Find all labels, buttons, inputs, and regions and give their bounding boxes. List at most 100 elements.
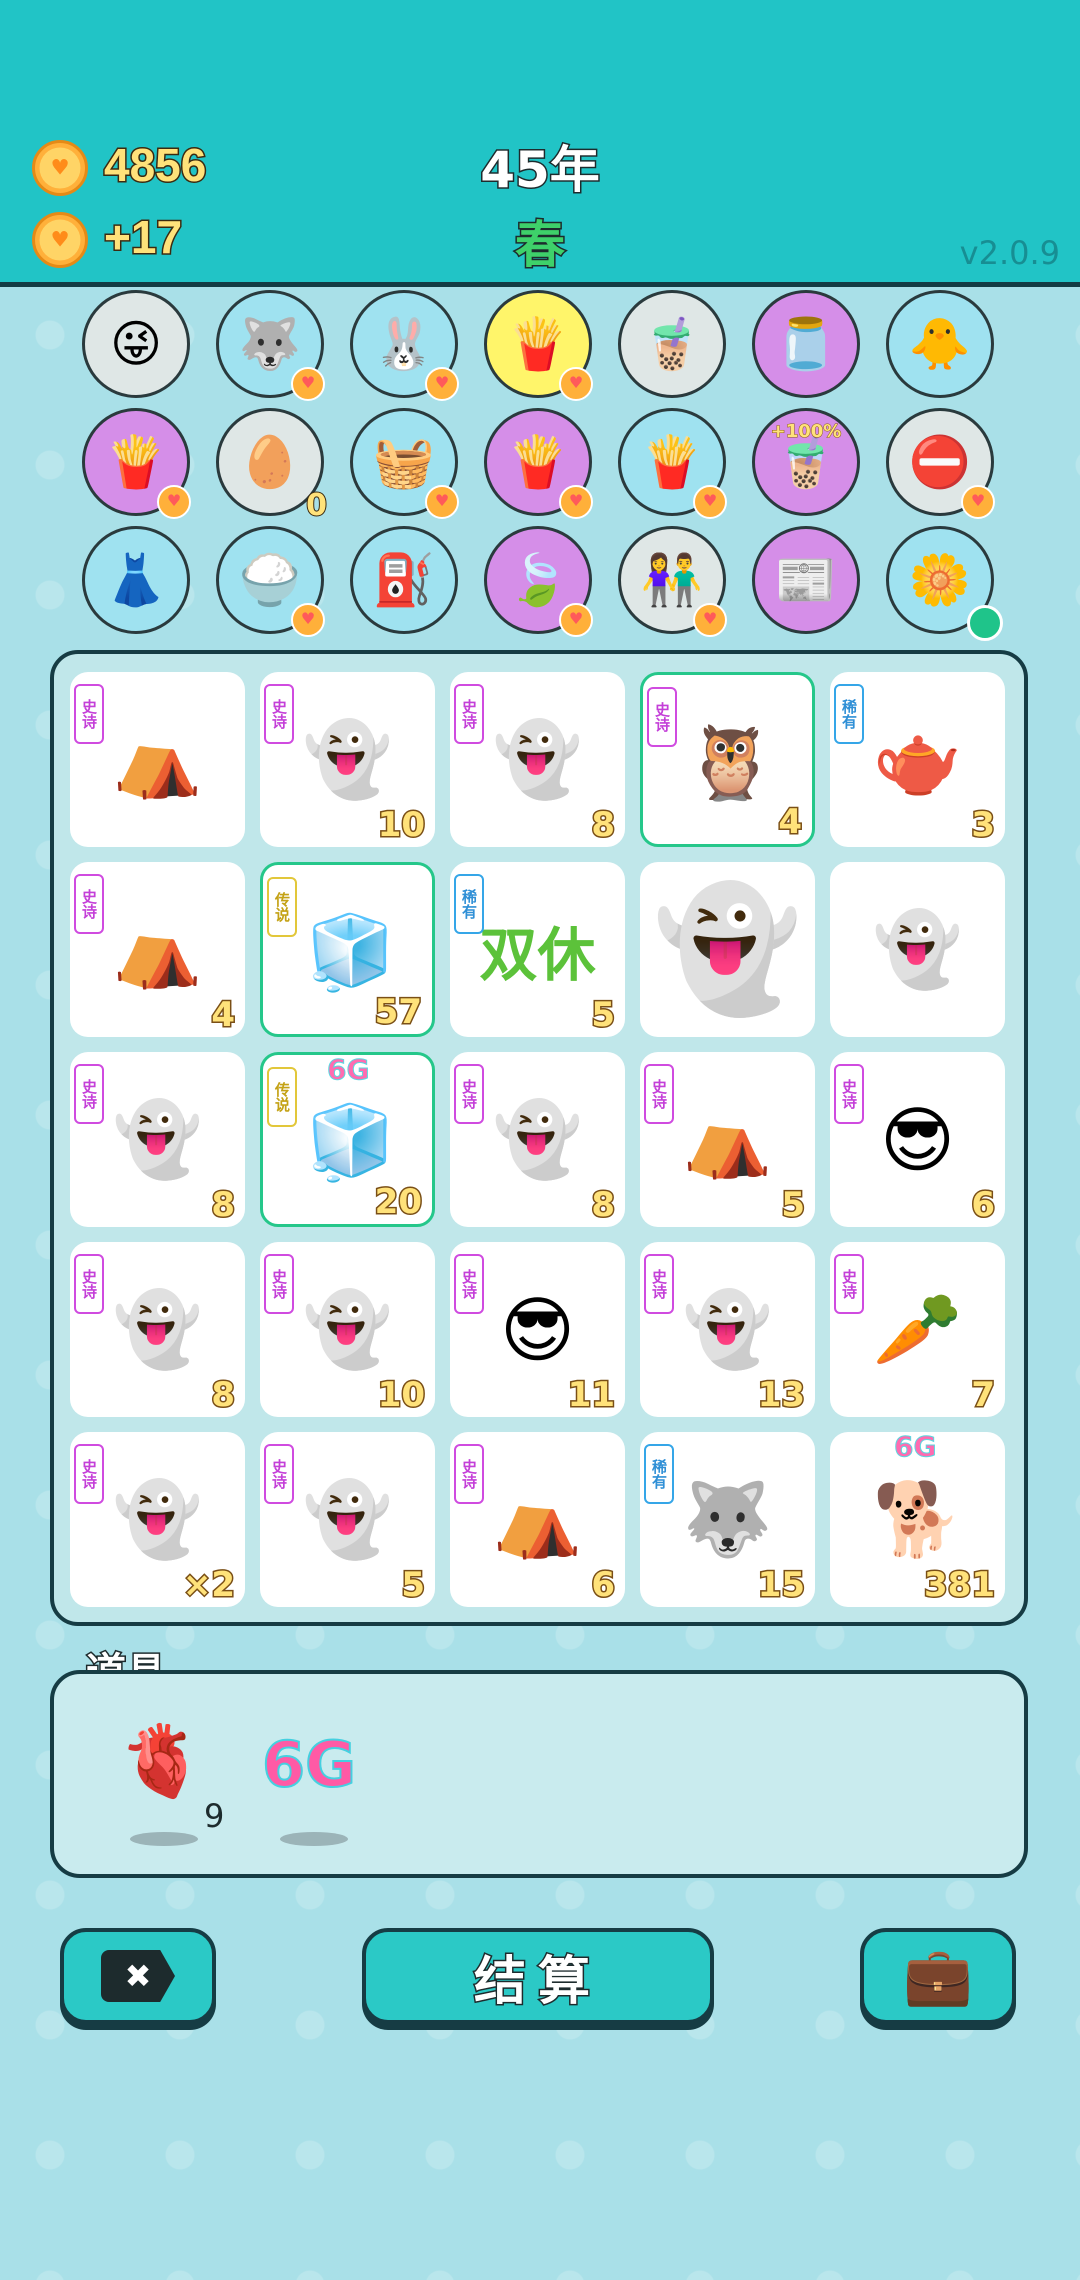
cell-value: 57	[373, 991, 423, 1034]
board-cell[interactable]: 🦉 史诗 4	[640, 672, 815, 847]
remove-button[interactable]: ✖	[60, 1928, 216, 2024]
board-cell[interactable]: ⛺ 史诗 5	[640, 1052, 815, 1227]
cell-value: 5	[590, 994, 617, 1037]
cell-value: 3	[970, 804, 997, 847]
no-entry-icon[interactable]: ⛔ ♥	[886, 408, 995, 519]
skirt-icon[interactable]: 👗	[82, 526, 190, 634]
fruit-basket-icon[interactable]: 🧺 ♥	[350, 408, 459, 519]
bubble-tea-icon-glyph: 🧋	[640, 314, 704, 373]
leaf-icon-glyph: 🍃	[506, 550, 570, 609]
board-cell[interactable]: 👻 史诗 10	[260, 1242, 435, 1417]
board-cell[interactable]: 双休 稀有 5	[450, 862, 625, 1037]
rarity-tag: 史诗	[264, 1254, 294, 1314]
bubble-tea-icon[interactable]: 🧋	[618, 290, 726, 398]
sixg-prop-icon[interactable]: 6G	[261, 1727, 357, 1802]
cell-value: 8	[590, 1184, 617, 1227]
board-cell[interactable]: 👻 史诗 8	[70, 1242, 245, 1417]
board-cell[interactable]: 👻 史诗 5	[260, 1432, 435, 1607]
egg-tray-icon-glyph: 🥚	[238, 432, 302, 491]
board-cell[interactable]: 👻 史诗 13	[640, 1242, 815, 1417]
board-cell[interactable]: 🐕 6G 381	[830, 1430, 1005, 1607]
fries-icon[interactable]: 🍟 ♥	[484, 408, 593, 519]
top-bar: 4856 +17 45年 春 v2.0.9	[0, 0, 1080, 282]
rarity-tag: 史诗	[454, 684, 484, 744]
coin-badge-icon: ♥	[559, 485, 593, 519]
fries-icon-glyph: 🍟	[506, 314, 570, 373]
board-cell[interactable]: 🥕 史诗 7	[830, 1242, 1005, 1417]
bonus-label: +100%	[770, 421, 842, 443]
cell-value: 20	[373, 1181, 423, 1224]
rabbit-icon[interactable]: 🐰 ♥	[350, 290, 459, 401]
board-cell[interactable]: ⛺ 史诗 4	[70, 862, 245, 1037]
board-cell[interactable]: 🐺 稀有 15	[640, 1432, 815, 1607]
cell-value: 4	[210, 994, 237, 1037]
coin-badge-icon: ♥	[559, 367, 593, 401]
remove-icon: ✖	[101, 1950, 175, 2002]
leaf-icon[interactable]: 🍃 ♥	[484, 526, 593, 637]
skirt-icon-glyph: 👗	[104, 550, 168, 609]
rarity-tag: 稀有	[644, 1444, 674, 1504]
fries-icon[interactable]: 🍟 ♥	[618, 408, 727, 519]
board-cell[interactable]: 🧊 传说 57	[260, 862, 435, 1037]
coin-badge-icon: ♥	[559, 603, 593, 637]
board-cell[interactable]: ⛺ 史诗 6	[450, 1432, 625, 1607]
rarity-tag: 史诗	[264, 684, 294, 744]
couple-icon[interactable]: 👫 ♥	[618, 526, 727, 637]
egg-tray-icon[interactable]: 🥚 0	[216, 408, 328, 524]
board-cell[interactable]: ⛺ 史诗	[70, 672, 245, 847]
coin-badge-icon: ♥	[693, 603, 727, 637]
ghost-icon: 👻	[652, 879, 803, 1019]
ghost-icon: 👻	[872, 907, 963, 991]
cell-value: ×2	[181, 1564, 236, 1607]
inventory-button[interactable]: 💼	[860, 1928, 1016, 2024]
rarity-tag: 史诗	[834, 1064, 864, 1124]
board-cell[interactable]: 👻 史诗 ×2	[70, 1432, 245, 1607]
flower-pot-icon-glyph: 🌼	[908, 550, 972, 609]
fries-icon[interactable]: 🍟 ♥	[484, 290, 593, 401]
sixg-shadow	[280, 1832, 348, 1846]
briefcase-icon: 💼	[903, 1944, 973, 2009]
rarity-tag: 史诗	[264, 1444, 294, 1504]
sixg-badge: 6G	[326, 1053, 370, 1087]
liver-icon[interactable]: 🫀	[118, 1720, 205, 1803]
coin-badge-icon: ♥	[961, 485, 995, 519]
rice-bowl-icon-glyph: 🍚	[238, 550, 302, 609]
husky-icon[interactable]: 🐺 ♥	[216, 290, 325, 401]
chick-egg-icon[interactable]: 🐥	[886, 290, 994, 398]
coin-badge-icon: ♥	[425, 485, 459, 519]
pump-icon-glyph: ⛽	[372, 550, 436, 609]
board-cell[interactable]: 👻 史诗 8	[450, 1052, 625, 1227]
jar-icon[interactable]: 🫙	[752, 290, 860, 398]
rarity-tag: 传说	[267, 1067, 297, 1127]
rice-bowl-icon[interactable]: 🍚 ♥	[216, 526, 325, 637]
fries-icon[interactable]: 🍟 ♥	[82, 408, 191, 519]
board-cell[interactable]: 😎 史诗 6	[830, 1052, 1005, 1227]
board-cell[interactable]: 👻	[640, 862, 815, 1037]
fries-icon-glyph: 🍟	[506, 432, 570, 491]
cell-value: 4	[777, 801, 804, 844]
chick-egg-icon-glyph: 🐥	[908, 314, 972, 373]
board-cell[interactable]: 🫖 稀有 3	[830, 672, 1005, 847]
rarity-tag: 史诗	[647, 687, 677, 747]
cell-value: 10	[376, 1374, 426, 1417]
flower-pot-icon[interactable]: 🌼	[886, 526, 1003, 641]
board-cell[interactable]: 🧊 传说 6G 20	[260, 1052, 435, 1227]
fruit-basket-icon-glyph: 🧺	[372, 432, 436, 491]
board-cell[interactable]: 👻	[830, 862, 1005, 1037]
year-label: 45年	[479, 140, 602, 201]
fries-icon-glyph: 🍟	[640, 432, 704, 491]
magazine-icon[interactable]: 📰	[752, 526, 860, 634]
couple-icon-glyph: 👫	[640, 550, 704, 609]
settle-button[interactable]: 结算	[362, 1928, 714, 2024]
bubble-tea-icon[interactable]: 🧋 +100%	[752, 408, 860, 516]
board-cell[interactable]: 👻 史诗 10	[260, 672, 435, 847]
coin-badge-icon: ♥	[291, 367, 325, 401]
ghost-wink-icon[interactable]: 😜	[82, 290, 190, 398]
board-cell[interactable]: 👻 史诗 8	[70, 1052, 245, 1227]
liver-shadow	[130, 1832, 198, 1846]
board-cell[interactable]: 😎 史诗 11	[450, 1242, 625, 1417]
board-cell[interactable]: 👻 史诗 8	[450, 672, 625, 847]
coin-badge-icon: ♥	[291, 603, 325, 637]
rarity-tag: 史诗	[74, 874, 104, 934]
pump-icon[interactable]: ⛽	[350, 526, 458, 634]
